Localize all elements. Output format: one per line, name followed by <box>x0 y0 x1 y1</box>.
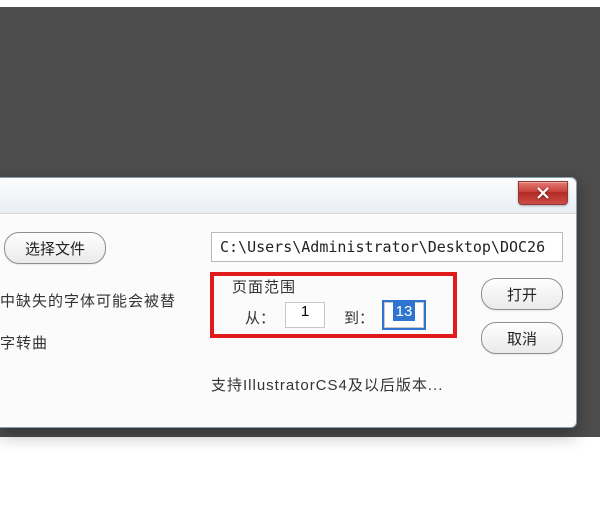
cancel-label: 取消 <box>507 328 537 349</box>
page-to-value: 13 <box>393 302 416 321</box>
file-open-dialog: 选择文件 C:\Users\Administrator\Desktop\DOC2… <box>0 177 577 428</box>
file-path-value: C:\Users\Administrator\Desktop\DOC26 <box>220 238 545 256</box>
cancel-button[interactable]: 取消 <box>481 322 563 354</box>
titlebar <box>0 178 576 214</box>
from-label: 从： <box>245 307 275 328</box>
font-warning-line1: 中缺失的字体可能会被替 <box>0 290 176 311</box>
to-label: 到： <box>344 307 374 328</box>
open-button[interactable]: 打开 <box>481 278 563 310</box>
select-file-label: 选择文件 <box>25 238 85 259</box>
page-range-label: 页面范围 <box>232 276 296 297</box>
version-note: 支持IllustratorCS4及以后版本... <box>211 374 443 395</box>
close-icon <box>537 187 549 199</box>
page-to-input[interactable]: 13 <box>384 302 424 328</box>
dialog-body: 选择文件 C:\Users\Administrator\Desktop\DOC2… <box>0 214 576 427</box>
open-label: 打开 <box>507 284 537 305</box>
font-warning-line2: 字转曲 <box>0 332 48 353</box>
page-from-value: 1 <box>301 303 309 320</box>
close-button[interactable] <box>518 181 568 205</box>
page-from-input[interactable]: 1 <box>285 302 325 328</box>
select-file-button[interactable]: 选择文件 <box>4 232 106 264</box>
file-path-field[interactable]: C:\Users\Administrator\Desktop\DOC26 <box>211 232 563 262</box>
